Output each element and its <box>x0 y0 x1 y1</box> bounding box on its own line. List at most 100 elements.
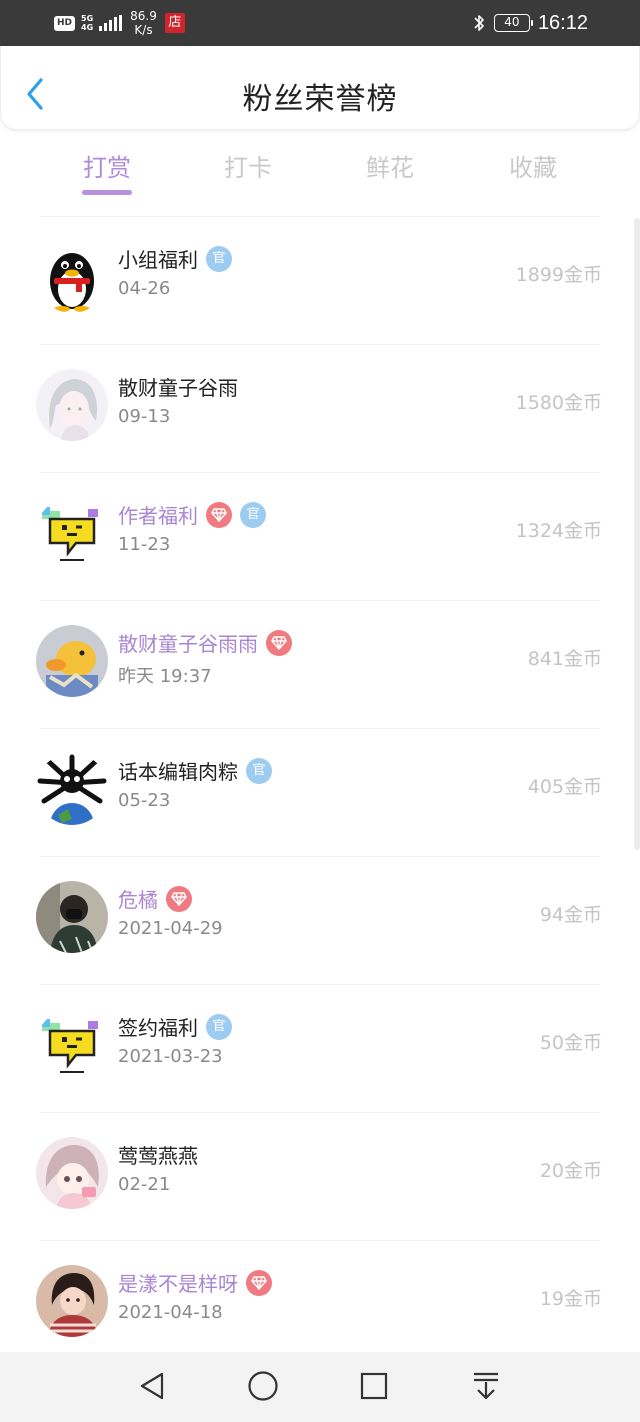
fan-date: 05-23 <box>118 790 171 811</box>
tab-reward[interactable]: 打赏 <box>57 148 157 183</box>
name-line: 是漾不是样呀 <box>118 1268 272 1297</box>
avatar[interactable] <box>36 881 108 953</box>
duck-avatar <box>36 625 108 697</box>
divider <box>40 216 600 217</box>
avatar[interactable] <box>36 1265 108 1337</box>
nav-notification-button[interactable] <box>470 1370 502 1402</box>
fan-date: 2021-04-18 <box>118 1302 223 1323</box>
fan-amount: 1580金币 <box>515 392 602 414</box>
fan-name[interactable]: 散财童子谷雨雨 <box>118 628 258 657</box>
fan-amount: 94金币 <box>539 904 602 926</box>
avatar[interactable] <box>36 1137 108 1209</box>
fan-name[interactable]: 散财童子谷雨 <box>118 372 238 401</box>
notification-pull-icon <box>474 1372 498 1400</box>
avatar[interactable] <box>36 369 108 441</box>
name-line: 作者福利 官 <box>118 500 266 529</box>
back-triangle-icon <box>140 1372 164 1400</box>
tab-favorites[interactable]: 收藏 <box>483 148 583 183</box>
fan-name[interactable]: 作者福利 <box>118 500 198 529</box>
status-time: 16:12 <box>537 11 588 34</box>
list-item[interactable]: 散财童子谷雨 09-13 1580金币 <box>0 344 640 472</box>
name-line: 散财童子谷雨雨 <box>118 628 292 657</box>
list-item[interactable]: 小组福利 官 04-26 1899金币 <box>0 216 640 344</box>
nav-home-button[interactable] <box>247 1370 279 1402</box>
status-right: 40 16:12 <box>472 8 588 38</box>
tab-flowers[interactable]: 鲜花 <box>340 148 440 183</box>
tab-bar: 打赏 打卡 鲜花 收藏 <box>0 130 640 216</box>
fan-name[interactable]: 话本编辑肉粽 <box>118 756 238 785</box>
avatar[interactable] <box>36 753 108 825</box>
fan-date: 2021-03-23 <box>118 1046 223 1067</box>
divider <box>40 856 600 857</box>
official-badge-icon: 官 <box>240 501 266 528</box>
diamond-badge-icon <box>246 1269 272 1296</box>
divider <box>40 1112 600 1113</box>
fan-amount: 20金币 <box>539 1160 602 1182</box>
network-type-secondary: 4G <box>81 23 94 32</box>
list-item[interactable]: 莺莺燕燕 02-21 20金币 <box>0 1112 640 1240</box>
avatar[interactable] <box>36 625 108 697</box>
signal-icon <box>99 15 123 31</box>
anime-pink-avatar <box>36 1137 108 1209</box>
network-type: 5G 4G <box>81 14 93 32</box>
fan-name[interactable]: 签约福利 <box>118 1012 198 1041</box>
name-line: 散财童子谷雨 <box>118 372 238 401</box>
diamond-badge-icon <box>266 629 292 656</box>
status-left: HD 5G 4G 86.9 K/s 店 <box>54 8 185 38</box>
yellow-sign-avatar <box>36 497 108 569</box>
recents-square-icon <box>360 1372 388 1400</box>
avatar[interactable] <box>36 497 108 569</box>
page-title: 粉丝荣誉榜 <box>242 82 398 117</box>
speed-unit: K/s <box>134 23 153 37</box>
fan-name[interactable]: 小组福利 <box>118 244 198 273</box>
fan-date: 04-26 <box>118 278 171 299</box>
name-line: 话本编辑肉粽 官 <box>118 756 272 785</box>
home-circle-icon <box>248 1371 278 1401</box>
tab-checkin[interactable]: 打卡 <box>198 148 298 183</box>
list-item[interactable]: 是漾不是样呀 2021-04-18 19金币 <box>0 1240 640 1368</box>
diamond-badge-icon <box>206 501 232 528</box>
avatar[interactable] <box>36 1009 108 1081</box>
fan-date: 11-23 <box>118 534 171 555</box>
name-line: 签约福利 官 <box>118 1012 232 1041</box>
list-item[interactable]: 作者福利 官 11-23 1324金币 <box>0 472 640 600</box>
divider <box>40 1240 600 1241</box>
fan-date: 09-13 <box>118 406 171 427</box>
fan-name[interactable]: 莺莺燕燕 <box>118 1140 198 1169</box>
official-badge-icon: 官 <box>206 245 232 272</box>
diamond-badge-icon <box>166 885 192 912</box>
person-photo-avatar <box>36 881 108 953</box>
official-badge-icon: 官 <box>206 1013 232 1040</box>
fan-date: 昨天 19:37 <box>118 666 212 687</box>
fan-amount: 1324金币 <box>515 520 602 542</box>
active-tab-indicator <box>82 190 132 195</box>
penguin-avatar <box>36 241 108 313</box>
fan-ranking-list: 小组福利 官 04-26 1899金币 散财童子谷雨 09-13 1580金币 <box>0 216 640 1368</box>
divider <box>40 600 600 601</box>
battery-icon: 40 <box>493 14 533 32</box>
fan-amount: 405金币 <box>527 776 602 798</box>
name-line: 危橘 <box>118 884 192 913</box>
person-striped-avatar <box>36 1265 108 1337</box>
fan-amount: 1899金币 <box>515 264 602 286</box>
fan-name[interactable]: 危橘 <box>118 884 158 913</box>
fan-date: 02-21 <box>118 1174 171 1195</box>
list-item[interactable]: 话本编辑肉粽 官 05-23 405金币 <box>0 728 640 856</box>
bluetooth-icon <box>474 15 484 31</box>
yellow-sign-avatar <box>36 1009 108 1081</box>
fan-name[interactable]: 是漾不是样呀 <box>118 1268 238 1297</box>
list-item[interactable]: 散财童子谷雨雨 昨天 19:37 841金币 <box>0 600 640 728</box>
globe-creature-avatar <box>36 753 108 825</box>
list-item[interactable]: 签约福利 官 2021-03-23 50金币 <box>0 984 640 1112</box>
nav-back-button[interactable] <box>136 1370 168 1402</box>
official-badge-icon: 官 <box>246 757 272 784</box>
fan-amount: 19金币 <box>539 1288 602 1310</box>
name-line: 莺莺燕燕 <box>118 1140 198 1169</box>
fan-amount: 841金币 <box>527 648 602 670</box>
avatar[interactable] <box>36 241 108 313</box>
fan-amount: 50金币 <box>539 1032 602 1054</box>
page-header: 粉丝荣誉榜 <box>0 46 640 130</box>
nav-recents-button[interactable] <box>358 1370 390 1402</box>
name-line: 小组福利 官 <box>118 244 232 273</box>
list-item[interactable]: 危橘 2021-04-29 94金币 <box>0 856 640 984</box>
